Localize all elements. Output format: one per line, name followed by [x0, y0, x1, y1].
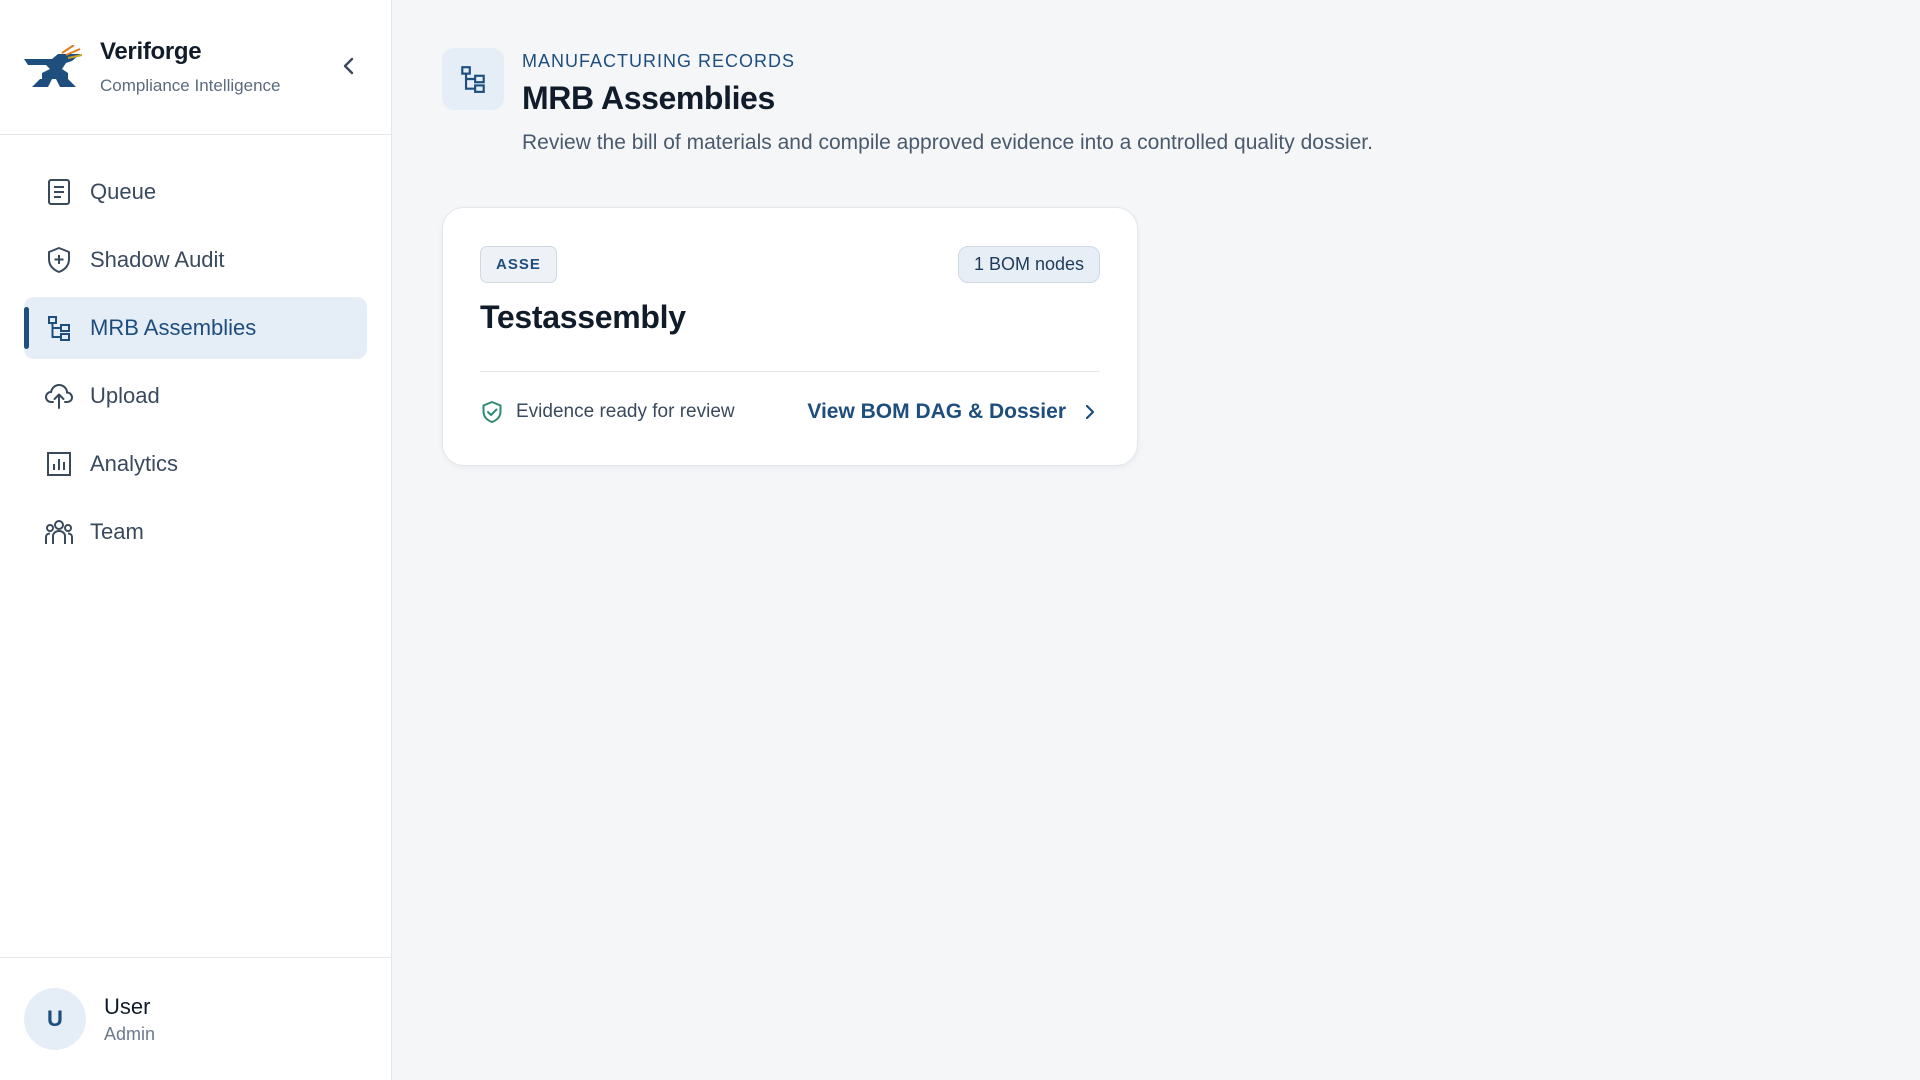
evidence-status: Evidence ready for review: [480, 400, 735, 424]
sidebar: Veriforge Compliance Intelligence Queue: [0, 0, 392, 1080]
view-bom-dossier-label: View BOM DAG & Dossier: [807, 400, 1066, 423]
card-header: ASSE 1 BOM nodes: [480, 246, 1100, 283]
shield-plus-icon: [44, 245, 74, 275]
cloud-upload-icon: [44, 381, 74, 411]
page-eyebrow: MANUFACTURING RECORDS: [522, 51, 796, 71]
user-info: User Admin: [104, 994, 155, 1045]
document-list-icon: [44, 177, 74, 207]
user-name: User: [104, 993, 151, 1019]
chevron-right-icon: [1085, 404, 1095, 420]
sidebar-item-label: Upload: [90, 383, 160, 408]
user-profile[interactable]: U User Admin: [0, 957, 391, 1080]
page-description: Review the bill of materials and compile…: [522, 131, 1373, 154]
sidebar-item-upload[interactable]: Upload: [24, 365, 367, 427]
chevron-left-icon: [343, 57, 354, 75]
sidebar-item-shadow-audit[interactable]: Shadow Audit: [24, 229, 367, 291]
sidebar-item-analytics[interactable]: Analytics: [24, 433, 367, 495]
collapse-sidebar-button[interactable]: [337, 54, 361, 78]
header-text: MANUFACTURING RECORDS MRB Assemblies Rev…: [522, 48, 1373, 155]
anvil-logo-icon: [24, 45, 82, 87]
users-icon: [44, 517, 74, 547]
bom-nodes-badge: 1 BOM nodes: [957, 246, 1100, 283]
sidebar-nav: Queue Shadow Audit MRB Assemblies Upload: [0, 135, 391, 563]
app-root: Veriforge Compliance Intelligence Queue: [0, 0, 1920, 1080]
sidebar-item-label: Team: [90, 519, 144, 544]
page-title: MRB Assemblies: [522, 80, 775, 116]
hierarchy-icon: [442, 48, 504, 110]
assembly-tag: ASSE: [480, 246, 557, 283]
evidence-status-text: Evidence ready for review: [516, 401, 735, 422]
sidebar-item-mrb-assemblies[interactable]: MRB Assemblies: [24, 297, 367, 359]
hierarchy-icon: [44, 313, 74, 343]
card-footer: Evidence ready for review View BOM DAG &…: [480, 400, 1100, 424]
bar-chart-icon: [44, 449, 74, 479]
sidebar-item-label: MRB Assemblies: [90, 315, 257, 340]
assembly-card[interactable]: ASSE 1 BOM nodes Testassembly Evidence r…: [442, 207, 1138, 466]
shield-check-icon: [482, 401, 502, 423]
sidebar-item-label: Shadow Audit: [90, 247, 225, 272]
brand-text: Veriforge Compliance Intelligence: [100, 38, 281, 96]
avatar: U: [24, 988, 86, 1050]
card-divider: [480, 371, 1100, 372]
sidebar-item-label: Analytics: [90, 451, 179, 476]
user-role: Admin: [104, 1023, 156, 1044]
main-content: MANUFACTURING RECORDS MRB Assemblies Rev…: [392, 0, 1920, 1080]
page-header: MANUFACTURING RECORDS MRB Assemblies Rev…: [442, 48, 1920, 155]
sidebar-item-label: Queue: [90, 179, 157, 204]
assembly-title: Testassembly: [480, 299, 686, 335]
sidebar-item-queue[interactable]: Queue: [24, 161, 367, 223]
brand-header: Veriforge Compliance Intelligence: [0, 0, 391, 135]
brand-subtitle: Compliance Intelligence: [100, 76, 281, 95]
sidebar-item-team[interactable]: Team: [24, 501, 367, 563]
brand-name: Veriforge: [100, 38, 202, 65]
view-bom-dossier-link[interactable]: View BOM DAG & Dossier: [807, 400, 1100, 424]
